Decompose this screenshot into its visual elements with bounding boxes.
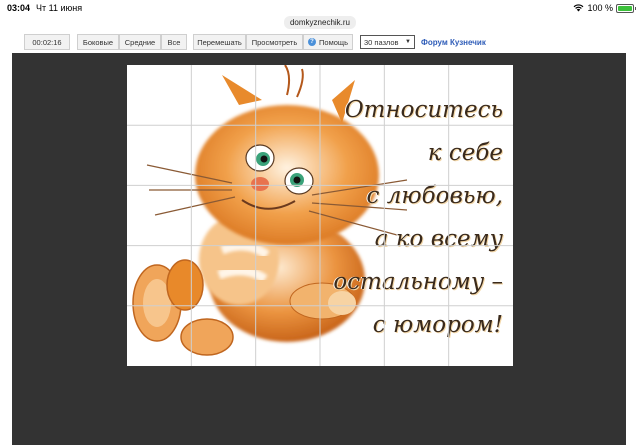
battery-icon: [616, 3, 636, 13]
puzzle-board[interactable]: Относитесь к себе с любовью, а ко всему …: [127, 65, 513, 366]
preview-button[interactable]: Просмотреть: [246, 34, 303, 50]
clock: 03:04: [7, 3, 31, 13]
side-pieces-button[interactable]: Боковые: [77, 34, 119, 50]
pieces-count-value: 30 пазлов: [364, 37, 399, 47]
forum-link[interactable]: Форум Кузнечик: [421, 38, 486, 47]
puzzle-toolbar: 00:02:16 Боковые Средние Все Перемешать …: [0, 32, 640, 54]
puzzle-grid: [127, 65, 513, 366]
all-pieces-button[interactable]: Все: [161, 34, 187, 50]
chevron-down-icon: ▼: [405, 39, 411, 45]
status-bar: 03:04 Чт 11 июня 100 % domkyznechik.ru: [0, 0, 640, 29]
status-icons: 100 %: [573, 3, 636, 13]
help-button[interactable]: ? Помощь: [303, 34, 353, 50]
help-label: Помощь: [319, 37, 348, 47]
date: Чт 11 июня: [36, 3, 83, 13]
pieces-count-select[interactable]: 30 пазлов ▼: [360, 35, 415, 49]
timer: 00:02:16: [24, 34, 70, 50]
address-bar[interactable]: domkyznechik.ru: [283, 16, 357, 29]
puzzle-stage: Относитесь к себе с любовью, а ко всему …: [12, 53, 626, 445]
middle-pieces-button[interactable]: Средние: [119, 34, 161, 50]
shuffle-button[interactable]: Перемешать: [193, 34, 246, 50]
battery-percent: 100 %: [587, 3, 613, 13]
wifi-icon: [574, 4, 584, 12]
help-icon: ?: [308, 38, 317, 46]
